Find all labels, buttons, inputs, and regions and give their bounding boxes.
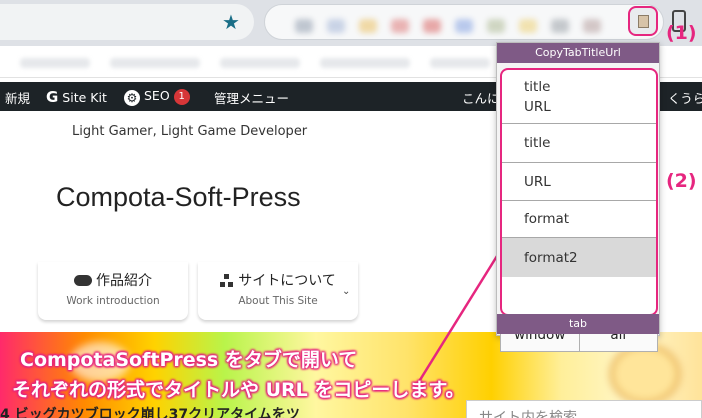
copy-format2-option[interactable]: format2 (502, 238, 656, 277)
copy-title-option[interactable]: title (502, 124, 656, 163)
copytabtitleurl-popup: CopyTabTitleUrl title URL title URL form… (496, 42, 660, 352)
copy-format-option[interactable]: format (502, 201, 656, 238)
scope-tab-button[interactable]: tab (497, 314, 659, 334)
annotation-caption: CompotaSoftPress をタブで開いて それぞれの形式でタイトルや U… (12, 345, 465, 405)
copy-url-option[interactable]: URL (502, 163, 656, 201)
caption-line-2: それぞれの形式でタイトルや URL をコピーします。 (12, 379, 465, 401)
copy-format-list: title URL title URL format format2 (500, 68, 658, 316)
copy-title-url-option[interactable]: title URL (502, 70, 656, 124)
screenshot-root: ★ 新規 G Site Kit ⚙ SEO 1 管理メニュー こんに くうら L… (0, 0, 702, 418)
annotation-marker-1: (1) (666, 22, 697, 44)
popup-header: CopyTabTitleUrl (497, 43, 659, 63)
annotation-marker-2: (2) (666, 170, 697, 192)
caption-line-1: CompotaSoftPress をタブで開いて (20, 349, 358, 371)
